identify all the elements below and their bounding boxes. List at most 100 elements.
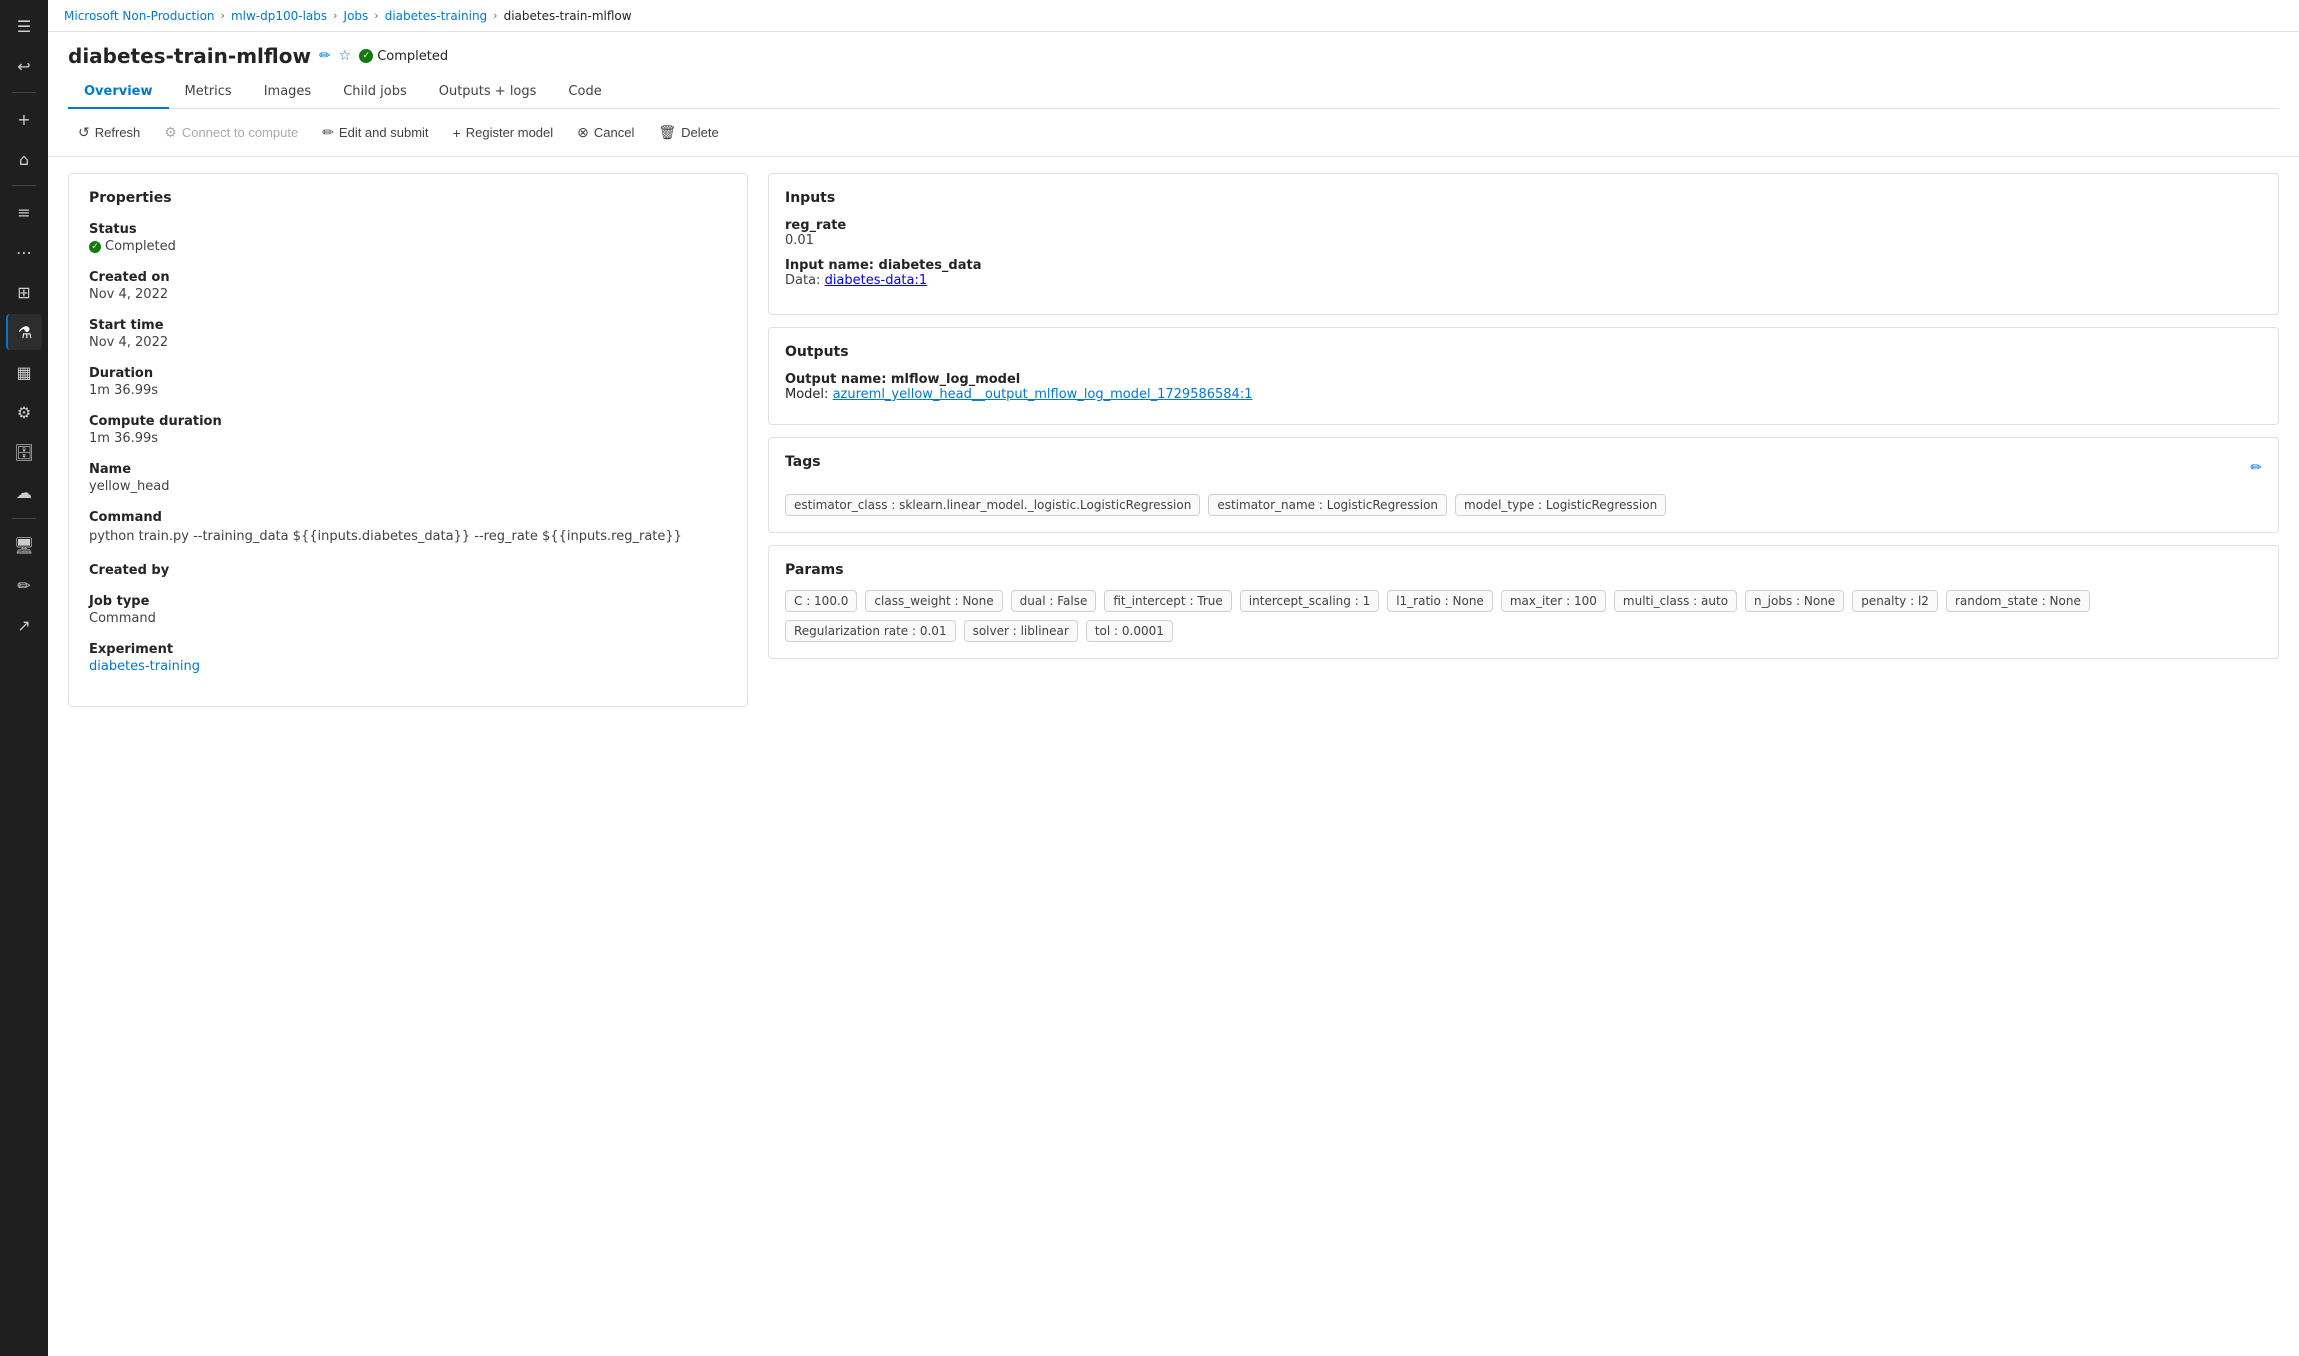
storage-icon[interactable]: 🗄: [6, 434, 42, 470]
add-icon[interactable]: +: [6, 101, 42, 137]
inputs-title: Inputs: [785, 190, 2262, 206]
status-dot-small: [89, 241, 101, 253]
inputs-card: Inputs reg_rate 0.01 Input name: diabete…: [768, 173, 2279, 315]
reg-rate-val: 0.01: [785, 233, 2262, 248]
home-icon[interactable]: ⌂: [6, 141, 42, 177]
experiment-link[interactable]: diabetes-training: [89, 659, 200, 674]
prop-duration: Duration 1m 36.99s: [89, 366, 727, 398]
tab-images[interactable]: Images: [248, 76, 328, 109]
connect-label: Connect to compute: [182, 125, 298, 140]
param-chip-8: n_jobs : None: [1745, 590, 1844, 612]
param-chip-9: penalty : l2: [1852, 590, 1938, 612]
experiment-label: Experiment: [89, 642, 727, 657]
export-icon[interactable]: ↗: [6, 607, 42, 643]
page-header: diabetes-train-mlflow ✏ ☆ Completed Over…: [48, 32, 2299, 109]
cancel-icon: ⊗: [577, 124, 589, 141]
content-area: Properties Status Completed Created on N…: [48, 157, 2299, 1356]
outputs-title: Outputs: [785, 344, 2262, 360]
compute-icon[interactable]: ⊞: [6, 274, 42, 310]
tab-child-jobs[interactable]: Child jobs: [327, 76, 423, 109]
register-model-button[interactable]: + Register model: [443, 120, 564, 146]
edit-submit-button[interactable]: ✏ Edit and submit: [312, 119, 438, 146]
created-on-label: Created on: [89, 270, 727, 285]
sidebar-divider-2: [12, 185, 36, 186]
edit-icon[interactable]: ✏: [6, 567, 42, 603]
model-link-2[interactable]: _output_mlflow_log_model_1729586584:1: [978, 387, 1252, 402]
tab-overview[interactable]: Overview: [68, 76, 169, 109]
compute-duration-label: Compute duration: [89, 414, 727, 429]
edit-title-icon[interactable]: ✏: [319, 48, 331, 64]
back-icon[interactable]: ↩: [6, 48, 42, 84]
toolbar: ↺ Refresh ⚙ Connect to compute ✏ Edit an…: [48, 109, 2299, 157]
sidebar: ☰ ↩ + ⌂ ≡ ⋯ ⊞ ⚗ ▦ ⚙ 🗄 ☁ 🖥 ✏ ↗: [0, 0, 48, 1356]
prop-created-on: Created on Nov 4, 2022: [89, 270, 727, 302]
breadcrumb-sep-2: ›: [333, 9, 337, 22]
main-content: Microsoft Non-Production › mlw-dp100-lab…: [48, 0, 2299, 1356]
edit-icon-btn: ✏: [322, 124, 334, 141]
dashboard-icon[interactable]: ▦: [6, 354, 42, 390]
pipeline-icon[interactable]: ⋯: [6, 234, 42, 270]
input-name-val: Data: diabetes-data:1: [785, 273, 2262, 288]
data-label: Data:: [785, 273, 825, 288]
name-label: Name: [89, 462, 727, 477]
param-chip-6: max_iter : 100: [1501, 590, 1606, 612]
tags-edit-icon[interactable]: ✏: [2250, 460, 2262, 476]
properties-title: Properties: [89, 190, 727, 206]
status-val-text: Completed: [105, 239, 176, 254]
breadcrumb-sep-1: ›: [221, 9, 225, 22]
breadcrumb: Microsoft Non-Production › mlw-dp100-lab…: [48, 0, 2299, 32]
command-label: Command: [89, 510, 727, 525]
tab-metrics[interactable]: Metrics: [169, 76, 248, 109]
breadcrumb-workspace[interactable]: mlw-dp100-labs: [231, 9, 327, 23]
command-value: python train.py --training_data ${{input…: [89, 527, 727, 547]
input-name-key: Input name: diabetes_data: [785, 258, 2262, 273]
jobs-icon[interactable]: ⚙: [6, 394, 42, 430]
param-chip-4: intercept_scaling : 1: [1240, 590, 1379, 612]
name-value: yellow_head: [89, 479, 727, 494]
created-by-label: Created by: [89, 563, 727, 578]
edit-label: Edit and submit: [339, 125, 429, 140]
list-icon[interactable]: ≡: [6, 194, 42, 230]
input-name-row: Input name: diabetes_data Data: diabetes…: [785, 258, 2262, 288]
output-name-row: Output name: mlflow_log_model Model: azu…: [785, 372, 2262, 402]
tab-outputs-logs[interactable]: Outputs + logs: [423, 76, 553, 109]
duration-label: Duration: [89, 366, 727, 381]
monitor-icon[interactable]: 🖥: [6, 527, 42, 563]
tab-code[interactable]: Code: [552, 76, 617, 109]
connect-compute-button[interactable]: ⚙ Connect to compute: [154, 119, 308, 146]
breadcrumb-jobs[interactable]: Jobs: [344, 9, 369, 23]
cancel-button[interactable]: ⊗ Cancel: [567, 119, 644, 146]
cloud-icon[interactable]: ☁: [6, 474, 42, 510]
sidebar-divider-3: [12, 518, 36, 519]
tag-chip-1: estimator_name : LogisticRegression: [1208, 494, 1447, 516]
params-container: C : 100.0 class_weight : None dual : Fal…: [785, 590, 2262, 642]
status-text: Completed: [377, 49, 448, 64]
params-card: Params C : 100.0 class_weight : None dua…: [768, 545, 2279, 659]
tags-header: Tags ✏: [785, 454, 2262, 482]
model-label: Model:: [785, 387, 828, 402]
duration-value: 1m 36.99s: [89, 383, 727, 398]
model-link-1[interactable]: azureml_yellow_head_: [833, 387, 979, 402]
prop-created-by: Created by: [89, 563, 727, 578]
breadcrumb-experiment[interactable]: diabetes-training: [385, 9, 487, 23]
properties-card: Properties Status Completed Created on N…: [68, 173, 748, 707]
output-model-row: Model: azureml_yellow_head_ _output_mlfl…: [785, 387, 2262, 402]
param-chip-5: l1_ratio : None: [1387, 590, 1493, 612]
data-link[interactable]: diabetes-data:1: [825, 273, 928, 288]
star-icon[interactable]: ☆: [339, 48, 352, 64]
param-chip-1: class_weight : None: [865, 590, 1002, 612]
param-chip-13: tol : 0.0001: [1086, 620, 1173, 642]
breadcrumb-microsoft[interactable]: Microsoft Non-Production: [64, 9, 215, 23]
refresh-button[interactable]: ↺ Refresh: [68, 119, 150, 146]
prop-status-value: Completed: [89, 239, 727, 254]
delete-button[interactable]: 🗑 Delete: [648, 119, 728, 146]
tag-chip-0: estimator_class : sklearn.linear_model._…: [785, 494, 1200, 516]
left-panel: Properties Status Completed Created on N…: [68, 173, 748, 1340]
start-time-value: Nov 4, 2022: [89, 335, 727, 350]
sidebar-divider: [12, 92, 36, 93]
breadcrumb-current: diabetes-train-mlflow: [504, 9, 632, 23]
menu-icon[interactable]: ☰: [6, 8, 42, 44]
prop-status: Status Completed: [89, 222, 727, 254]
lab-icon[interactable]: ⚗: [6, 314, 42, 350]
prop-experiment: Experiment diabetes-training: [89, 642, 727, 674]
